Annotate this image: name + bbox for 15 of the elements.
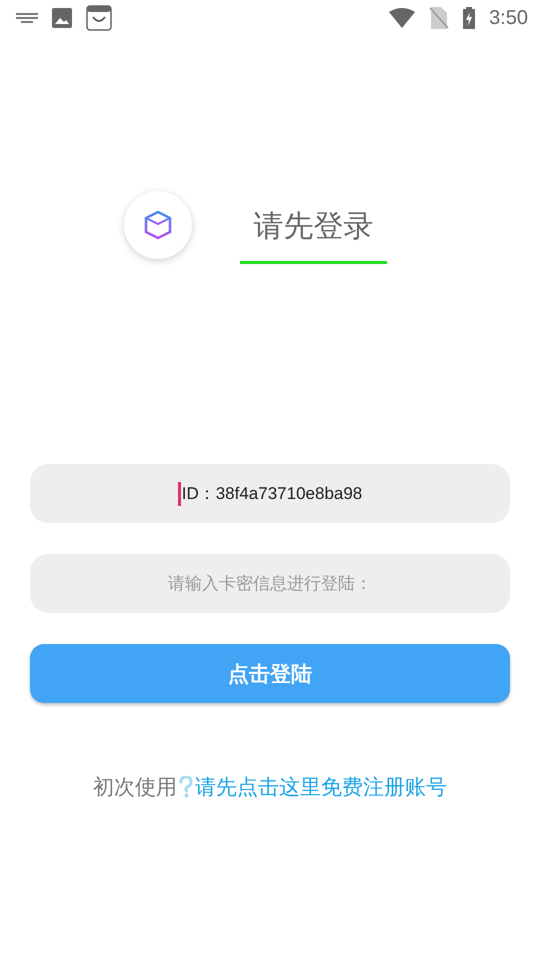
card-key-field[interactable]: 请输入卡密信息进行登陆：: [30, 554, 510, 613]
battery-charging-icon: [463, 7, 476, 29]
login-title: 请先登录: [254, 208, 374, 246]
no-sim-icon: [429, 7, 450, 29]
register-link[interactable]: 请先点击这里免费注册账号: [195, 773, 447, 801]
first-use-text: 初次使用: [93, 774, 177, 801]
app-logo: [124, 191, 192, 259]
keyboard-icon: [16, 12, 38, 24]
image-icon: [52, 8, 72, 28]
shopping-bag-icon: [86, 5, 112, 31]
clock-time: 3:50: [489, 6, 528, 30]
question-icon: [179, 776, 193, 798]
id-field[interactable]: ID：38f4a73710e8ba98: [30, 464, 510, 523]
wifi-icon: [389, 8, 416, 28]
login-button[interactable]: 点击登陆: [30, 644, 510, 703]
